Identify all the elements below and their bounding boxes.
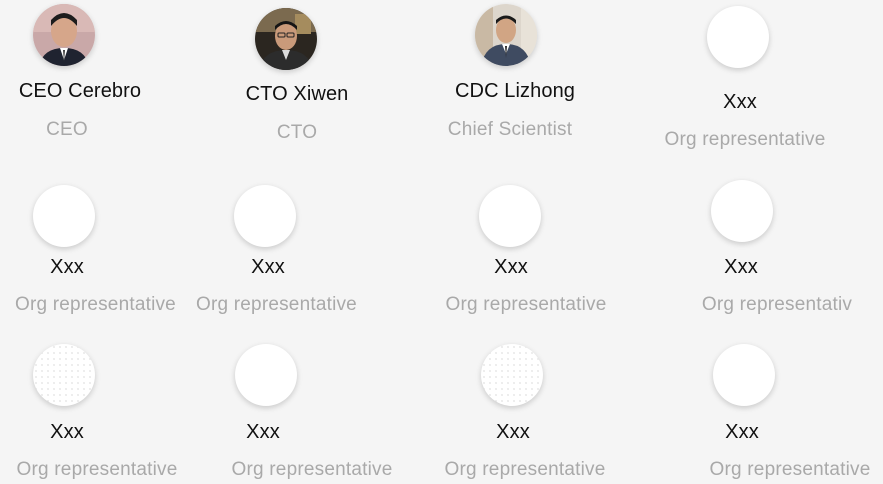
avatar-placeholder [235, 344, 297, 406]
member-role: Org representative [15, 294, 176, 315]
member-role: CEO [46, 119, 88, 140]
avatar-placeholder [234, 185, 296, 247]
avatar-ceo-photo [33, 4, 95, 66]
member-role: Org representative [231, 459, 393, 480]
avatar-placeholder [479, 185, 541, 247]
member-name: Xxx [50, 256, 84, 278]
member-role: Org representative [709, 459, 871, 480]
avatar-cdc-photo [475, 4, 537, 66]
member-role: Org representative [445, 294, 607, 315]
member-name: Xxx [725, 421, 759, 443]
member-role: Org representative [16, 459, 178, 480]
avatar-placeholder [33, 185, 95, 247]
member-name: CTO Xiwen [245, 83, 349, 105]
avatar-placeholder [711, 180, 773, 242]
member-name: CDC Lizhong [454, 80, 576, 102]
avatar-placeholder [481, 344, 543, 406]
member-role: Org representative [664, 129, 826, 150]
avatar-placeholder [707, 6, 769, 68]
member-name: Xxx [496, 421, 530, 443]
avatar-placeholder [713, 344, 775, 406]
member-name: Xxx [251, 256, 285, 278]
member-name: Xxx [724, 256, 758, 278]
member-role: Chief Scientist [447, 119, 573, 140]
member-role: Org representativ [701, 294, 853, 315]
avatar-cto-photo [255, 8, 317, 70]
member-name: Xxx [246, 421, 280, 443]
member-role: Org representative [196, 294, 357, 315]
member-name: CEO Cerebro [18, 80, 142, 102]
member-role: CTO [276, 122, 318, 143]
member-name: Xxx [723, 91, 757, 113]
avatar-placeholder [33, 344, 95, 406]
member-role: Org representative [444, 459, 606, 480]
member-name: Xxx [50, 421, 84, 443]
member-name: Xxx [494, 256, 528, 278]
